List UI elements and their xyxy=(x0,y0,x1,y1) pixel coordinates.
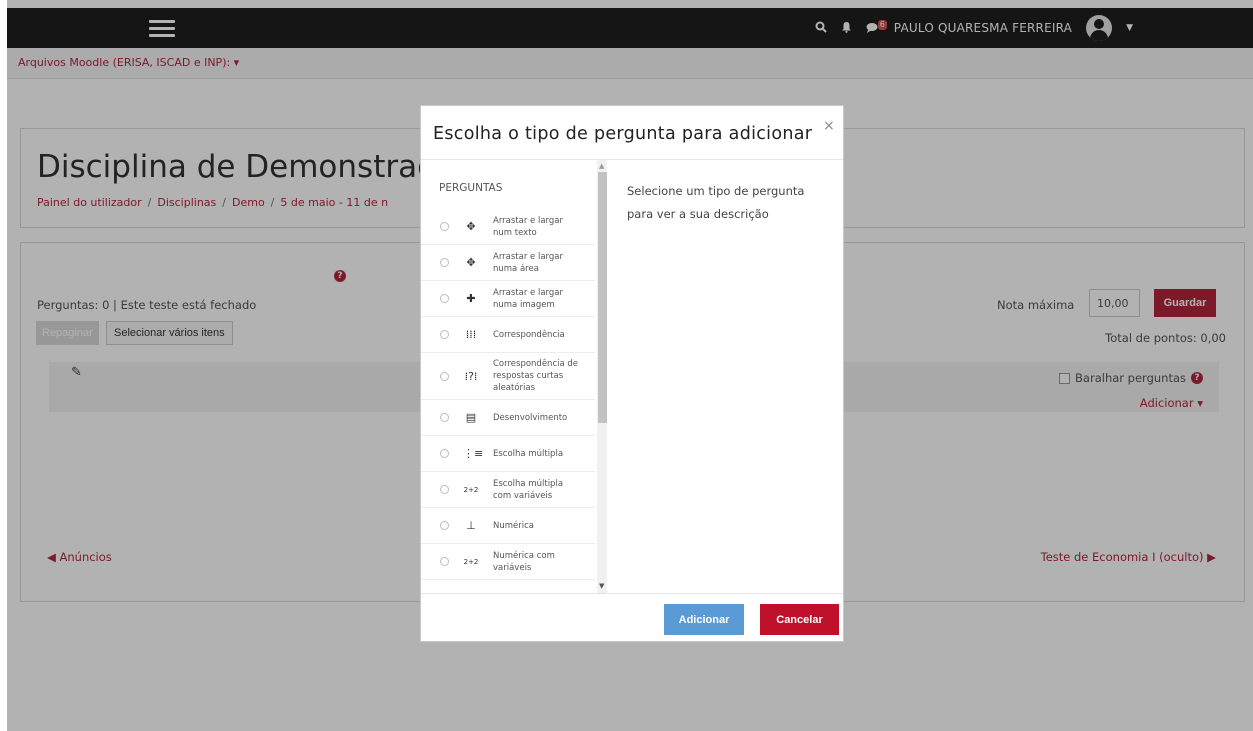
question-type-option[interactable]: 2+2 Numérica com variáveis xyxy=(421,544,595,580)
question-type-label: Arrastar e largar numa área xyxy=(493,251,563,274)
question-type-dialog: Escolha o tipo de pergunta para adiciona… xyxy=(420,105,844,642)
radio-button[interactable] xyxy=(440,371,449,381)
question-type-label: Correspondência xyxy=(493,329,565,340)
close-icon[interactable]: × xyxy=(823,118,835,134)
question-type-option[interactable]: ▤ Desenvolvimento xyxy=(421,400,595,436)
question-type-label: Numérica com variáveis xyxy=(493,550,555,573)
drag-text-icon: ✥ xyxy=(466,220,476,233)
question-types-panel: PERGUNTAS ✥ Arrastar e largar num texto ✥ A… xyxy=(421,160,609,593)
type-description: Selecione um tipo de pergunta para ver a… xyxy=(627,184,805,221)
question-type-label: Arrastar e largar numa imagem xyxy=(493,287,563,310)
question-type-label: Escolha múltipla xyxy=(493,448,564,459)
radio-button[interactable] xyxy=(440,449,449,458)
question-type-option[interactable]: ⁞⁞⁞ Correspondência xyxy=(421,317,595,353)
matching-icon: ⁞⁞⁞ xyxy=(465,328,477,341)
essay-icon: ▤ xyxy=(465,411,477,424)
drag-image-icon: ✚ xyxy=(466,292,476,305)
question-type-option[interactable]: ⊥ Numérica xyxy=(421,508,595,544)
radio-button[interactable] xyxy=(440,413,449,422)
question-type-label: Desenvolvimento xyxy=(493,412,568,423)
types-heading: PERGUNTAS xyxy=(439,182,503,194)
question-type-option[interactable]: ✚ Arrastar e largar numa imagem xyxy=(421,281,595,317)
numerical-icon: ⊥ xyxy=(466,519,476,532)
radio-button[interactable] xyxy=(440,258,449,267)
question-type-label: Correspondência de respostas curtas alea… xyxy=(493,359,579,393)
add-button[interactable]: Adicionar xyxy=(664,604,744,635)
radio-button[interactable] xyxy=(440,294,449,303)
radio-button[interactable] xyxy=(440,521,449,530)
multichoice-icon: ⋮≡ xyxy=(463,447,484,460)
radio-button[interactable] xyxy=(440,485,449,494)
page-edge xyxy=(0,0,7,731)
radio-button[interactable] xyxy=(440,557,449,566)
calc-multichoice-icon: 2+2 xyxy=(463,485,479,494)
question-type-label: Escolha múltipla com variáveis xyxy=(493,478,564,501)
question-type-label: Arrastar e largar num texto xyxy=(493,215,563,238)
dialog-title: Escolha o tipo de pergunta para adiciona… xyxy=(433,124,813,144)
question-type-option[interactable]: ⋮≡ Escolha múltipla xyxy=(421,436,595,472)
drag-area-icon: ✥ xyxy=(466,256,476,269)
question-type-option[interactable]: ✥ Arrastar e largar num texto xyxy=(421,209,595,245)
question-type-option[interactable]: 2+2 Escolha múltipla com variáveis xyxy=(421,472,595,508)
cancel-button[interactable]: Cancelar xyxy=(760,604,839,635)
radio-button[interactable] xyxy=(440,222,449,231)
divider xyxy=(421,593,843,594)
question-type-option[interactable]: ✥ Arrastar e largar numa área xyxy=(421,245,595,281)
question-types-list: ✥ Arrastar e largar num texto ✥ Arrastar e … xyxy=(421,209,595,580)
scroll-down-icon[interactable]: ▼ xyxy=(599,582,604,590)
calculated-icon: 2+2 xyxy=(463,557,479,566)
radio-button[interactable] xyxy=(440,330,449,339)
scrollbar-thumb[interactable] xyxy=(598,172,607,423)
question-type-label: Numérica xyxy=(493,520,534,531)
random-match-icon: ⁞?⁞ xyxy=(464,369,478,383)
question-type-option[interactable]: ⁞?⁞ Correspondência de respostas curtas a… xyxy=(421,353,595,400)
scroll-up-icon[interactable]: ▲ xyxy=(599,162,604,170)
